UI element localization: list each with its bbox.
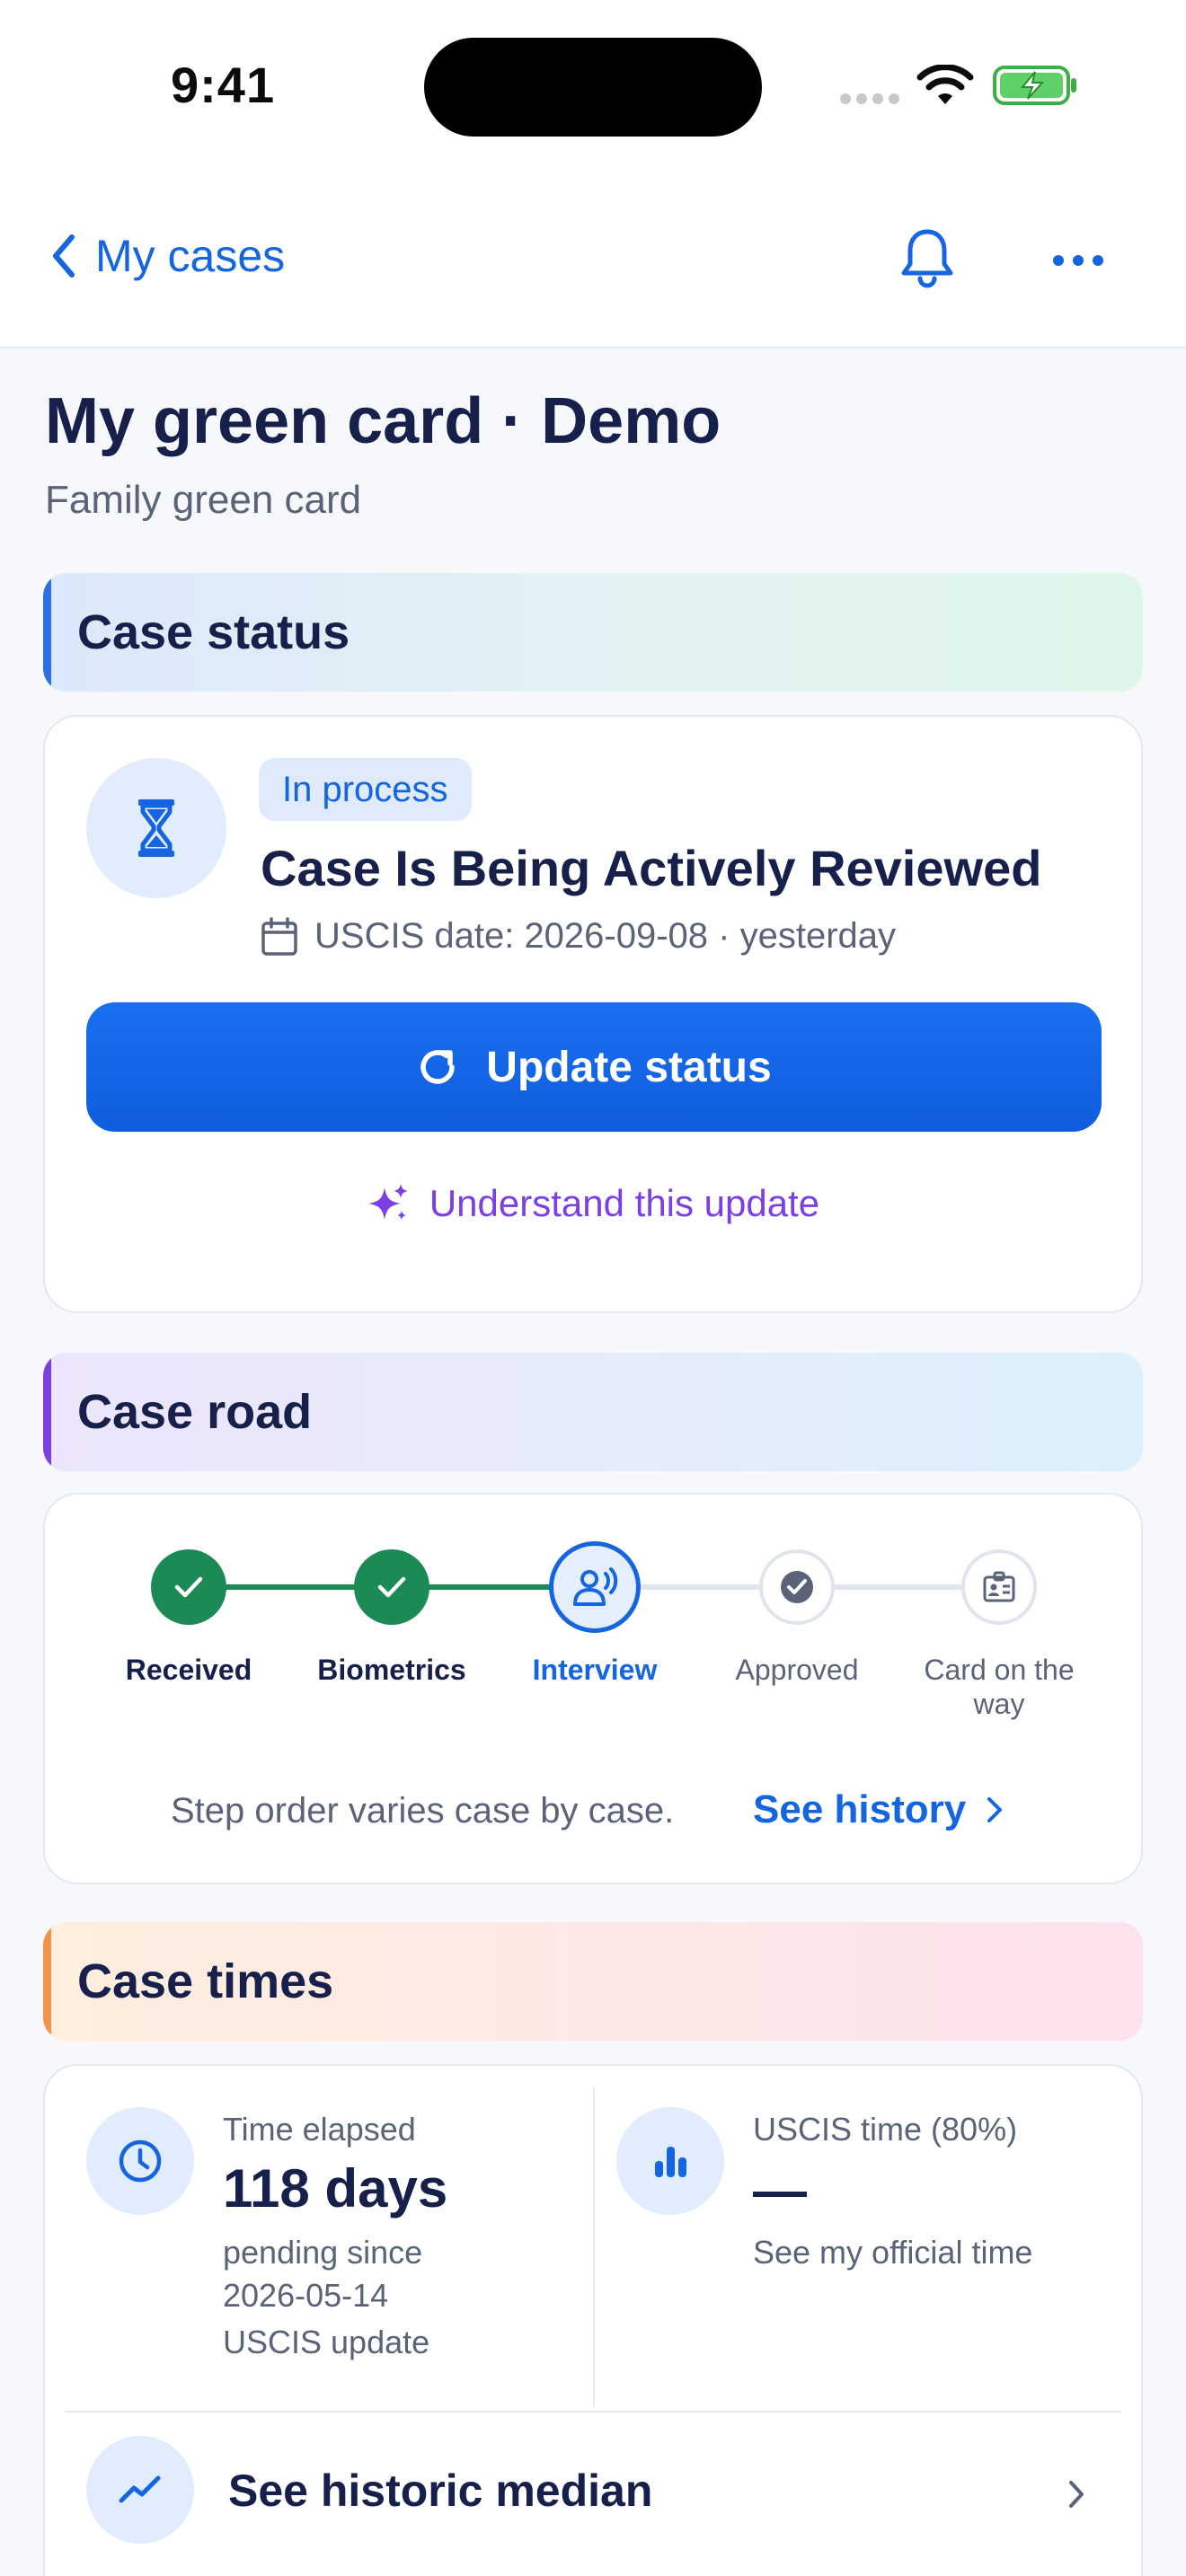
official-time-link[interactable]: See my official time [753, 2231, 1032, 2274]
trend-icon [119, 2475, 161, 2503]
section-title: Case road [77, 1385, 313, 1439]
check-icon [377, 1576, 406, 1598]
page-subtitle: Family green card [45, 478, 362, 522]
section-title: Case status [77, 605, 350, 659]
historic-median-label: See historic median [228, 2466, 653, 2516]
elapsed-label: Time elapsed [223, 2111, 416, 2148]
sparkle-icon [367, 1184, 408, 1220]
elapsed-icon-badge [86, 2107, 194, 2215]
back-label: My cases [95, 231, 286, 281]
navigation-bar: My cases [0, 171, 1186, 348]
column-divider [593, 2087, 595, 2407]
chevron-left-icon [53, 234, 75, 278]
dynamic-island [424, 38, 762, 137]
elapsed-sub-1: pending since [223, 2234, 423, 2271]
elapsed-sub-3: USCIS update [223, 2324, 430, 2360]
section-header-case-status: Case status [43, 573, 1143, 692]
step-interview-label: Interview [532, 1654, 658, 1686]
step-approved-label: Approved [735, 1654, 859, 1686]
step-biometrics-label: Biometrics [317, 1654, 466, 1686]
status-badge: In process [259, 758, 472, 821]
battery-charging-icon [993, 66, 1076, 105]
step-received-node [151, 1549, 226, 1625]
understand-update-link[interactable]: Understand this update [45, 1182, 1141, 1225]
section-accent-stripe [43, 1922, 51, 2041]
cellular-signal-icon [840, 93, 899, 104]
status-bar: 9:41 [0, 0, 1186, 171]
uscis-date: USCIS date: 2026-09-08 · yesterday [261, 916, 896, 957]
chevron-right-icon [987, 1797, 1003, 1822]
wifi-icon [916, 65, 974, 104]
interview-speaker-icon [573, 1567, 618, 1606]
id-card-icon [983, 1571, 1015, 1602]
step-card-node [961, 1549, 1037, 1625]
section-accent-stripe [43, 573, 51, 692]
clock-icon [119, 2139, 162, 2183]
check-icon [174, 1576, 203, 1598]
status-title: Case Is Being Actively Reviewed [261, 840, 1042, 896]
step-card-label: Card on the way [924, 1654, 1075, 1720]
section-header-case-times: Case times [43, 1922, 1143, 2041]
uscis-time-value: — [753, 2160, 807, 2220]
case-road-card: Received Biometrics Interview Approved C… [43, 1493, 1143, 1884]
section-title: Case times [77, 1954, 334, 2008]
clock-time: 9:41 [171, 57, 276, 113]
case-status-card: In process Case Is Being Actively Review… [43, 715, 1143, 1313]
check-circle-icon [781, 1571, 813, 1603]
see-history-label: See history [753, 1787, 967, 1831]
bar-chart-icon [655, 2147, 686, 2177]
case-times-card: Time elapsed 118 days pending since 2026… [43, 2064, 1143, 2576]
update-status-label: Update status [486, 1043, 772, 1091]
calendar-icon [261, 916, 297, 956]
step-approved-node [759, 1549, 835, 1625]
row-divider [65, 2411, 1121, 2413]
elapsed-sub-2: 2026-05-14 [223, 2277, 389, 2314]
elapsed-value: 118 days [223, 2158, 448, 2219]
bell-icon[interactable] [898, 226, 956, 289]
uscis-time-icon-badge [616, 2107, 724, 2215]
status-icon-badge [86, 758, 226, 898]
back-button[interactable]: My cases [49, 230, 285, 282]
section-header-case-road: Case road [43, 1353, 1143, 1471]
step-interview-node [549, 1541, 641, 1633]
case-detail-screen: 9:41 My cases My green card · Demo Famil… [0, 0, 1186, 2576]
hourglass-icon [138, 799, 174, 857]
see-history-link[interactable]: See history [753, 1787, 1004, 1832]
ellipsis-icon[interactable] [1051, 251, 1105, 269]
historic-median-row[interactable]: See historic median [45, 2414, 1141, 2576]
step-received-label: Received [125, 1654, 252, 1686]
section-accent-stripe [43, 1353, 51, 1471]
chevron-right-icon [1069, 2481, 1084, 2508]
refresh-icon [420, 1050, 456, 1084]
road-note: Step order varies case by case. [171, 1791, 675, 1831]
uscis-time-label: USCIS time (80%) [753, 2111, 1018, 2148]
uscis-date-text: USCIS date: 2026-09-08 · yesterday [314, 916, 897, 956]
understand-update-label: Understand this update [429, 1182, 820, 1224]
update-status-button[interactable]: Update status [86, 1002, 1102, 1132]
page-title: My green card · Demo [45, 385, 721, 457]
step-biometrics-node [354, 1549, 429, 1625]
median-icon-badge [86, 2436, 194, 2544]
